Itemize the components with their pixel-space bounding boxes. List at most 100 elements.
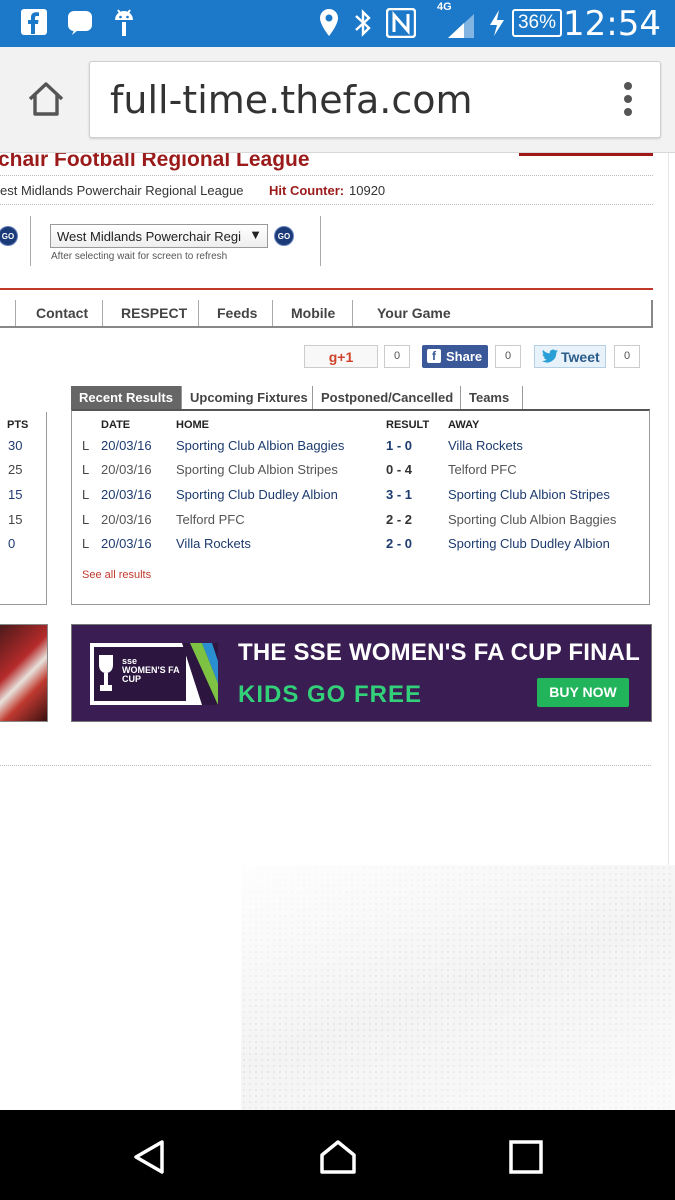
select-hint: After selecting wait for screen to refre… [51,251,228,262]
divider [320,216,321,266]
tweet-button[interactable]: Tweet [534,345,606,368]
home-team[interactable]: Sporting Club Albion Stripes [176,462,338,477]
twitter-icon [542,349,558,363]
facebook-icon: f [427,349,441,363]
location-icon [320,9,338,36]
share-label: Share [446,349,483,364]
go-button-left[interactable]: GO [0,226,18,246]
nav-respect[interactable]: RESPECT [121,305,187,321]
league-select-value: West Midlands Powerchair Regi [57,229,241,244]
home-team[interactable]: Sporting Club Dudley Albion [176,487,338,502]
col-header-date: DATE [101,419,131,431]
row-date[interactable]: 20/03/16 [101,512,152,527]
row-date[interactable]: 20/03/16 [101,487,152,502]
match-result[interactable]: 1 - 0 [386,438,412,453]
logo-text: sse WOMEN'S FA CUP [122,656,180,684]
pts-value: 25 [8,462,23,477]
buy-now-button[interactable]: BUY NOW [537,678,629,707]
match-result[interactable]: 2 - 2 [386,512,412,527]
pts-value: 15 [8,512,23,527]
row-type: L [82,512,90,527]
home-team[interactable]: Villa Rockets [176,536,251,551]
bluetooth-icon [355,9,371,37]
row-type: L [82,536,90,551]
league-select[interactable]: West Midlands Powerchair Regi ▼ [50,224,268,248]
gplus-count: 0 [384,345,410,368]
home-icon[interactable] [24,77,68,121]
col-header-result: RESULT [386,419,430,431]
breadcrumb: est Midlands Powerchair Regional League [0,183,244,198]
results-tabs: Recent Results Upcoming Fixtures Postpon… [71,386,651,409]
row-date[interactable]: 20/03/16 [101,536,152,551]
facebook-icon [21,9,47,35]
banner-subtitle: KIDS GO FREE [238,681,423,708]
cup-final-banner[interactable]: sse WOMEN'S FA CUP THE SSE WOMEN'S FA CU… [71,624,652,722]
title-accent-bar [519,153,653,156]
main-nav: Contact RESPECT Feeds Mobile Your Game [0,300,653,328]
col-header-home: HOME [176,419,209,431]
away-team[interactable]: Villa Rockets [448,438,523,453]
pts-header: PTS [7,419,29,431]
hit-counter-value: 10920 [349,183,386,198]
hit-counter-label: Hit Counter: [269,183,345,198]
go-button[interactable]: GO [274,226,294,246]
tab-recent-results[interactable]: Recent Results [71,386,182,409]
android-icon [115,9,133,36]
clock: 12:54 [563,4,661,44]
tab-postponed-cancelled[interactable]: Postponed/Cancelled [313,386,461,409]
pts-value: 30 [8,438,23,453]
battery-level: 36% [512,9,562,37]
nav-your-game[interactable]: Your Game [377,305,451,321]
signal-icon [448,14,474,38]
womens-fa-cup-logo: sse WOMEN'S FA CUP [90,643,218,705]
divider [30,216,31,266]
row-date[interactable]: 20/03/16 [101,438,152,453]
match-result[interactable]: 3 - 1 [386,487,412,502]
banner-title: THE SSE WOMEN'S FA CUP FINAL [238,639,640,666]
nav-contact[interactable]: Contact [36,305,88,321]
google-plus-button[interactable]: g+1 [304,345,378,368]
web-page: chair Football Regional League est Midla… [0,153,675,1110]
home-icon[interactable] [319,1139,357,1175]
nav-feeds[interactable]: Feeds [217,305,257,321]
row-type: L [82,487,90,502]
news-thumbnail[interactable] [0,624,48,722]
results-table [71,409,650,605]
address-bar[interactable]: full-time.thefa.com [89,61,661,138]
header-divider [0,288,653,290]
back-icon[interactable] [131,1139,167,1175]
page-title: chair Football Regional League [0,153,310,171]
section-divider [0,765,651,766]
away-team[interactable]: Sporting Club Dudley Albion [448,536,610,551]
nfc-icon [386,8,416,38]
status-bar: 4G 36% 12:54 [0,0,675,47]
nav-mobile[interactable]: Mobile [291,305,335,321]
share-count: 0 [495,345,521,368]
league-info-row: est Midlands Powerchair Regional League … [0,175,653,205]
charging-icon [490,10,504,36]
away-team[interactable]: Telford PFC [448,462,517,477]
facebook-share-button[interactable]: f Share [422,345,488,368]
row-type: L [82,438,90,453]
url-text: full-time.thefa.com [110,78,473,122]
away-team[interactable]: Sporting Club Albion Baggies [448,512,616,527]
match-result[interactable]: 2 - 0 [386,536,412,551]
tab-teams[interactable]: Teams [461,386,523,409]
tweet-label: Tweet [561,349,600,365]
home-team[interactable]: Telford PFC [176,512,245,527]
system-navigation-bar [0,1110,675,1200]
tweet-count: 0 [614,345,640,368]
messenger-icon [68,11,92,35]
overflow-menu-icon[interactable] [624,82,634,118]
see-all-results-link[interactable]: See all results [82,569,151,581]
dropdown-arrow-icon: ▼ [249,227,262,242]
col-header-away: AWAY [448,419,480,431]
recent-apps-icon[interactable] [508,1139,544,1175]
browser-toolbar: full-time.thefa.com [0,47,675,153]
tab-upcoming-fixtures[interactable]: Upcoming Fixtures [182,386,313,409]
match-result[interactable]: 0 - 4 [386,462,412,477]
home-team[interactable]: Sporting Club Albion Baggies [176,438,344,453]
away-team[interactable]: Sporting Club Albion Stripes [448,487,610,502]
row-date[interactable]: 20/03/16 [101,462,152,477]
pts-value: 0 [8,536,16,551]
